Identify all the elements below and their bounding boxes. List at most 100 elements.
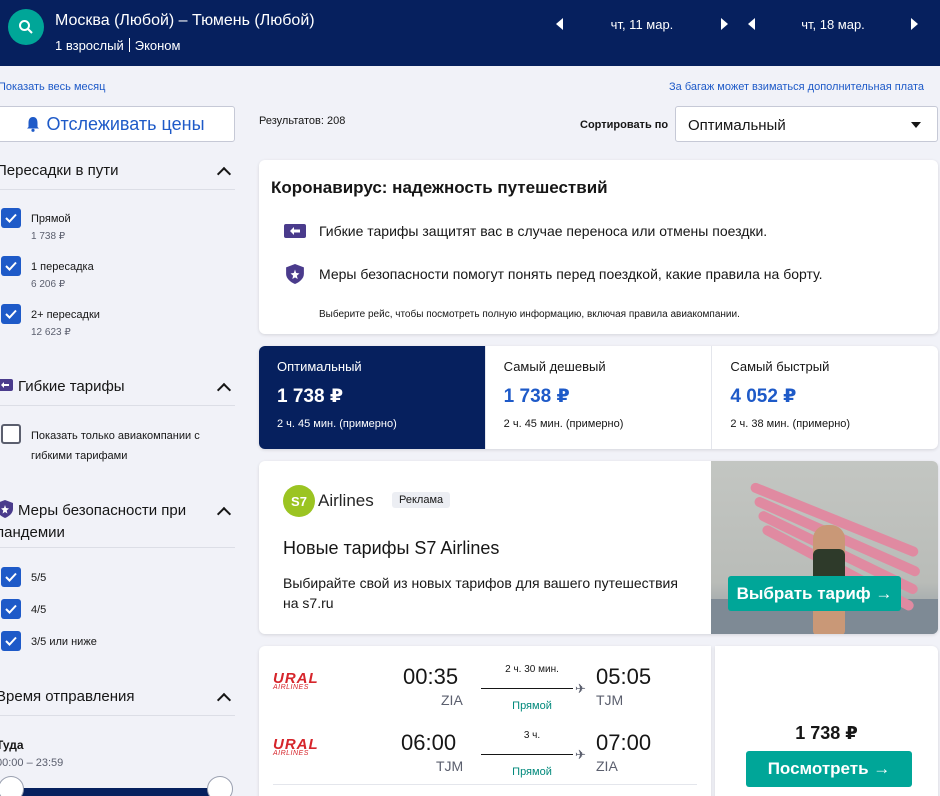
search-button[interactable]: [8, 9, 44, 45]
ad-badge: Реклама: [392, 492, 451, 508]
route-title[interactable]: Москва (Любой) – Тюмень (Любой): [55, 12, 315, 30]
s7-logo: S7 Airlines: [283, 485, 374, 517]
collapse-chevron-icon[interactable]: [216, 382, 232, 398]
departure-time-slider[interactable]: [20, 788, 210, 796]
stops-direct-checkbox[interactable]: [1, 208, 21, 228]
tab-price: 1 738 ₽: [277, 386, 344, 407]
passenger-count: 1 взрослый: [55, 38, 124, 53]
tab-price: 1 738 ₽: [503, 386, 570, 407]
tab-duration: 2 ч. 45 мин. (примерно): [277, 418, 397, 430]
shield-icon: [0, 500, 13, 518]
search-header: Москва (Любой) – Тюмень (Любой) 1 взросл…: [0, 0, 940, 66]
flex-option-label: Показать только авиакомпании с: [31, 430, 200, 442]
flex-ticket-icon: [0, 379, 13, 391]
covid-card-title: Коронавирус: надежность путешествий: [271, 178, 608, 197]
outbound-date[interactable]: чт, 11 мар.: [563, 17, 721, 32]
show-whole-month-link[interactable]: Показать весь месяц: [0, 81, 105, 93]
ad-headline: Новые тарифы S7 Airlines: [283, 538, 500, 558]
plane-icon: ✈: [575, 681, 586, 696]
bell-icon: [27, 117, 40, 132]
cabin-class: Эконом: [134, 38, 181, 53]
divider: [0, 189, 235, 190]
safety-5-checkbox[interactable]: [1, 567, 21, 587]
passenger-summary[interactable]: 1 взрослый Эконом: [55, 38, 180, 53]
check-icon: [5, 213, 17, 223]
return-date[interactable]: чт, 18 мар.: [755, 17, 911, 32]
departure-filter-title[interactable]: Время отправления: [0, 688, 135, 705]
ural-airlines-logo: URAL AIRLINES: [273, 670, 319, 691]
collapse-chevron-icon[interactable]: [216, 506, 232, 522]
covid-safety-row: Меры безопасности помогут понять перед п…: [283, 264, 823, 284]
covid-note: Выберите рейс, чтобы посмотреть полную и…: [319, 309, 740, 320]
tab-cheapest[interactable]: Самый дешевый 1 738 ₽ 2 ч. 45 мин. (прим…: [486, 346, 713, 449]
arrival-time: 07:00: [596, 730, 652, 755]
outbound-date-nav: чт, 11 мар.: [556, 14, 728, 34]
stops-filter-title[interactable]: Пересадки в пути: [0, 162, 119, 179]
prev-date-icon[interactable]: [748, 18, 755, 30]
route-line: [481, 688, 573, 689]
flight-result-card[interactable]: URAL AIRLINES 00:35 ZIA 2 ч. 30 мин. ✈ П…: [259, 646, 711, 796]
next-date-icon[interactable]: [911, 18, 918, 30]
collapse-chevron-icon[interactable]: [216, 166, 232, 182]
stops-type: Прямой: [512, 766, 552, 778]
choose-fare-button[interactable]: Выбрать тариф →: [728, 576, 901, 611]
ad-text: Выбирайте свой из новых тарифов для ваше…: [283, 575, 678, 611]
track-prices-label: Отслеживать цены: [46, 113, 205, 134]
arrival-airport: ZIA: [596, 758, 618, 774]
safety-option-label: 5/5: [31, 572, 47, 584]
check-icon: [5, 572, 17, 582]
stops-one-checkbox[interactable]: [1, 256, 21, 276]
tab-optimal[interactable]: Оптимальный 1 738 ₽ 2 ч. 45 мин. (пример…: [259, 346, 486, 449]
collapse-chevron-icon[interactable]: [216, 692, 232, 708]
check-icon: [5, 309, 17, 319]
sort-label: Сортировать по: [580, 119, 669, 131]
safety-filter-title[interactable]: Меры безопасности при: [18, 502, 186, 519]
covid-safety-text: Меры безопасности помогут понять перед п…: [319, 266, 823, 282]
leg-duration: 2 ч. 30 мин.: [505, 664, 559, 675]
divider: [273, 784, 697, 785]
tab-duration: 2 ч. 45 мин. (примерно): [503, 418, 624, 430]
departure-time: 00:35: [403, 664, 459, 689]
check-icon: [5, 261, 17, 271]
sort-tabs: Оптимальный 1 738 ₽ 2 ч. 45 мин. (пример…: [259, 346, 938, 449]
divider: [0, 547, 235, 548]
stops-option-label: Прямой: [31, 213, 71, 225]
results-count: Результатов: 208: [259, 115, 346, 127]
safety-option-label: 4/5: [31, 604, 47, 616]
search-icon: [19, 20, 33, 34]
tab-fastest[interactable]: Самый быстрый 4 052 ₽ 2 ч. 38 мин. (прим…: [712, 346, 938, 449]
s7-logo-text: Airlines: [318, 491, 374, 510]
slider-max-handle[interactable]: [207, 776, 233, 796]
slider-min-handle[interactable]: [0, 776, 24, 796]
baggage-fee-link[interactable]: За багаж может взиматься дополнительная …: [669, 81, 924, 93]
divider: [0, 715, 235, 716]
ural-airlines-logo: URAL AIRLINES: [273, 736, 319, 757]
safety-option-label: 3/5 или ниже: [31, 636, 97, 648]
sort-select[interactable]: Оптимальный: [675, 106, 938, 142]
safety-4-checkbox[interactable]: [1, 599, 21, 619]
stops-option-price: 12 623 ₽: [31, 327, 71, 338]
return-leg: URAL AIRLINES 06:00 TJM 3 ч. ✈ Прямой 07…: [259, 724, 711, 784]
stops-option-label: 2+ пересадки: [31, 309, 100, 321]
tab-price: 4 052 ₽: [730, 386, 797, 407]
covid-flex-text: Гибкие тарифы защитят вас в случае перен…: [319, 223, 768, 239]
flex-only-checkbox[interactable]: [1, 424, 21, 444]
track-prices-button[interactable]: Отслеживать цены: [0, 106, 235, 142]
stops-option-price: 1 738 ₽: [31, 231, 66, 242]
leg-duration: 3 ч.: [523, 730, 541, 741]
flight-price: 1 738 ₽: [795, 723, 858, 743]
flex-fares-filter-title[interactable]: Гибкие тарифы: [18, 378, 125, 395]
safety-3-checkbox[interactable]: [1, 631, 21, 651]
prev-date-icon[interactable]: [556, 18, 563, 30]
view-flight-button[interactable]: Посмотреть →: [746, 751, 912, 787]
outbound-leg: URAL AIRLINES 00:35 ZIA 2 ч. 30 мин. ✈ П…: [259, 658, 711, 718]
tab-duration: 2 ч. 38 мин. (примерно): [730, 418, 851, 430]
shield-icon: [286, 264, 304, 284]
departure-airport: TJM: [436, 758, 464, 774]
check-icon: [5, 636, 17, 646]
stops-type: Прямой: [512, 700, 552, 712]
next-date-icon[interactable]: [721, 18, 728, 30]
stops-two-plus-checkbox[interactable]: [1, 304, 21, 324]
departure-time-range: 00:00 – 23:59: [0, 757, 64, 769]
stops-option-price: 6 206 ₽: [31, 279, 66, 290]
